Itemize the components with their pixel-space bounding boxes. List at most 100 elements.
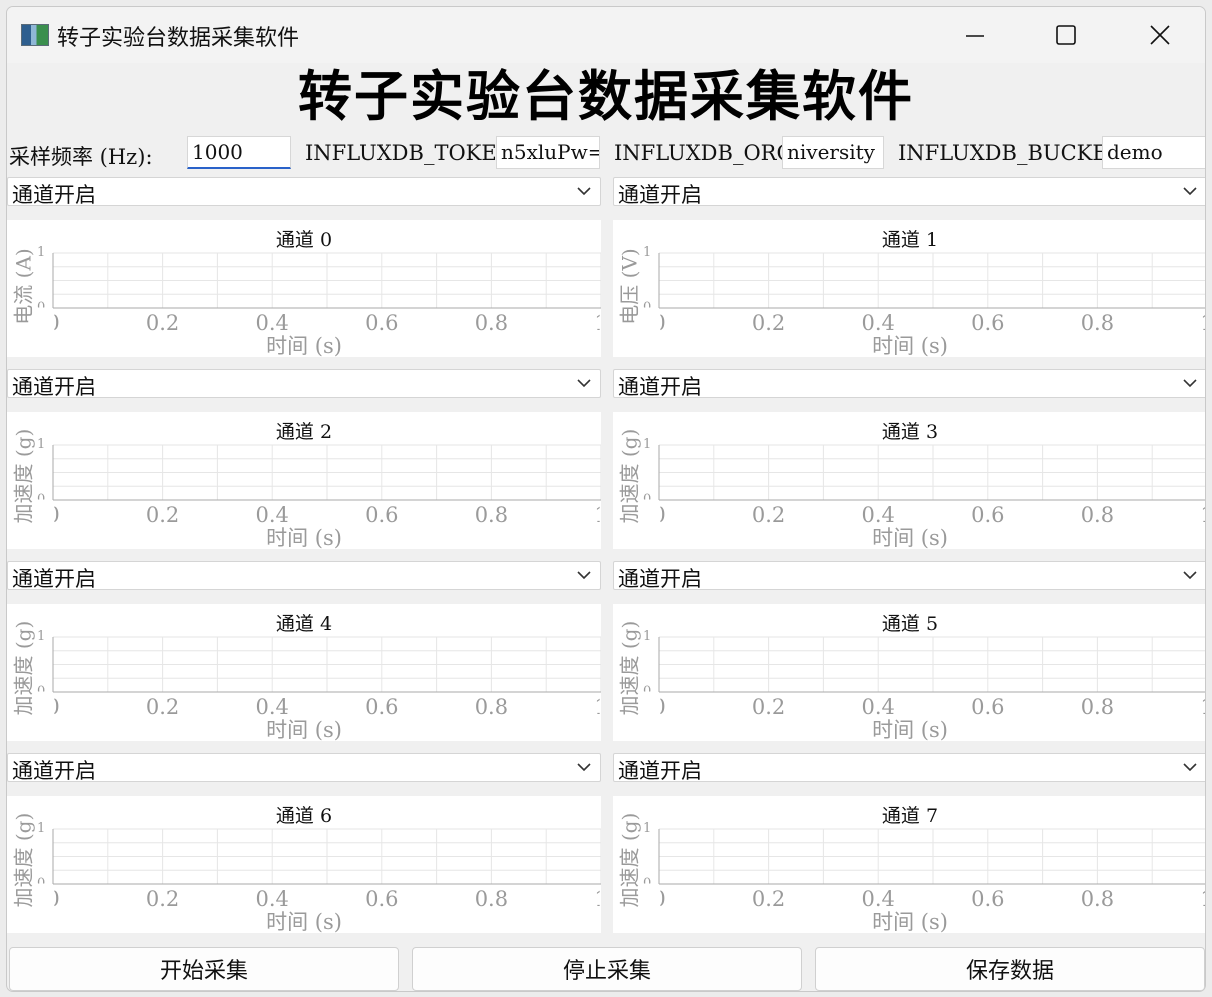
channel-4-plot: 通道 4 加速度 (g) 时间 (s) 0 0.2 0.4 0.6 0.8 1 0 1: [7, 604, 601, 742]
channel-select-value: 通道开启: [618, 567, 702, 591]
plot-title: 通道 0: [275, 229, 333, 251]
channel-select-value: 通道开启: [618, 375, 702, 399]
x-tick-label: 1: [594, 503, 608, 527]
x-tick-label: 1: [594, 887, 608, 911]
chevron-down-icon: [1183, 379, 1197, 388]
channel-3-select[interactable]: 通道开启: [613, 369, 1205, 399]
x-tick-label: 0.6: [365, 311, 399, 335]
channel-4-select[interactable]: 通道开启: [7, 561, 601, 591]
influxdb-org-label: INFLUXDB_ORG:: [614, 141, 801, 165]
x-tick-label: 0.8: [474, 695, 509, 719]
channel-6-plot: 通道 6 加速度 (g) 时间 (s) 0 0.2 0.4 0.6 0.8 1 0 1: [7, 796, 601, 934]
y-tick-label: 1: [37, 821, 46, 836]
chevron-down-icon: [577, 379, 591, 388]
x-tick-label: 0.2: [751, 887, 786, 911]
channel-0-select[interactable]: 通道开启: [7, 177, 601, 207]
x-tick-label: 0.4: [255, 311, 289, 335]
x-tick-label: 0.4: [255, 695, 289, 719]
plot-y-axis-label: 加速度 (g): [11, 620, 36, 716]
plot-x-axis-label: 时间 (s): [266, 526, 342, 550]
channel-select-value: 通道开启: [12, 375, 96, 399]
x-tick-label: 1: [1200, 503, 1205, 527]
x-tick-label: 0.2: [145, 311, 180, 335]
maximize-button[interactable]: [1043, 17, 1089, 53]
x-tick-label: 0.2: [751, 503, 786, 527]
influxdb-org-input[interactable]: niversity: [782, 136, 884, 169]
plot-title: 通道 7: [881, 805, 939, 827]
plot-x-axis-label: 时间 (s): [266, 334, 342, 358]
channel-7-plot: 通道 7加速度 (g)时间 (s)00.20.40.60.8101: [613, 796, 1205, 934]
plot-y-axis-label: 加速度 (g): [617, 620, 642, 716]
x-tick-label: 0.2: [751, 311, 786, 335]
close-icon: [1150, 25, 1170, 45]
plot-x-axis-label: 时间 (s): [872, 718, 948, 742]
channel-5-select[interactable]: 通道开启: [613, 561, 1205, 591]
influxdb-token-input[interactable]: n5xluPw==: [496, 136, 600, 169]
plot-x-axis-label: 时间 (s): [872, 526, 948, 550]
save-data-button[interactable]: 保存数据: [815, 947, 1205, 991]
x-tick-label: 0.6: [971, 887, 1005, 911]
plot-y-axis-label: 加速度 (g): [11, 812, 36, 908]
chevron-down-icon: [577, 187, 591, 196]
app-icon: [21, 24, 49, 46]
channel-0-plot: 通道 0 电流 (A) 时间 (s) 0 0.2 0.4 0.6 0.8 1 0 1: [7, 220, 601, 358]
plot-title: 通道 4: [275, 613, 333, 635]
x-tick-label: 0.6: [365, 695, 399, 719]
influxdb-token-label: INFLUXDB_TOKEN:: [305, 141, 522, 165]
x-tick-label: 0.6: [365, 503, 399, 527]
chevron-down-icon: [1183, 187, 1197, 196]
channel-5-plot: 通道 5加速度 (g)时间 (s)00.20.40.60.8101: [613, 604, 1205, 742]
stop-acquisition-button[interactable]: 停止采集: [412, 947, 802, 991]
plot-title: 通道 1: [881, 229, 939, 251]
maximize-icon: [1056, 25, 1076, 45]
sample-rate-label: 采样频率 (Hz):: [9, 145, 153, 169]
x-tick-label: 0.8: [474, 887, 509, 911]
x-tick-label: 1: [594, 311, 608, 335]
app-heading: 转子实验台数据采集软件: [298, 64, 914, 128]
title-bar: 转子实验台数据采集软件: [7, 7, 1205, 63]
channel-select-value: 通道开启: [618, 183, 702, 207]
x-tick-label: 0.2: [145, 503, 180, 527]
plot-y-axis-label: 加速度 (g): [11, 428, 36, 524]
plot-x-axis-label: 时间 (s): [266, 910, 342, 934]
channel-1-select[interactable]: 通道开启: [613, 177, 1205, 207]
x-tick-label: 0.4: [861, 695, 895, 719]
x-tick-label: 1: [594, 695, 608, 719]
x-tick-label: 0.8: [1080, 887, 1115, 911]
plot-y-axis-label: 加速度 (g): [617, 428, 642, 524]
plot-title: 通道 3: [881, 421, 939, 443]
channel-1-plot: 通道 1电压 (V)时间 (s)00.20.40.60.8101: [613, 220, 1205, 358]
channel-2-plot: 通道 2 加速度 (g) 时间 (s) 0 0.2 0.4 0.6 0.8 1 0 1: [7, 412, 601, 550]
y-tick-label: 1: [37, 629, 46, 644]
x-tick-label: 0.4: [255, 503, 289, 527]
x-tick-label: 1: [1200, 695, 1205, 719]
channel-select-value: 通道开启: [12, 567, 96, 591]
x-tick-label: 0.2: [145, 887, 180, 911]
influxdb-bucket-input[interactable]: demo: [1102, 136, 1205, 169]
sample-rate-input[interactable]: 1000: [187, 136, 291, 169]
influxdb-bucket-label: INFLUXDB_BUCKET:: [898, 141, 1129, 165]
start-acquisition-button[interactable]: 开始采集: [9, 947, 399, 991]
channel-select-value: 通道开启: [12, 183, 96, 207]
y-tick-label: 1: [643, 629, 652, 644]
chevron-down-icon: [1183, 763, 1197, 772]
x-tick-label: 0.8: [1080, 503, 1115, 527]
channel-select-value: 通道开启: [12, 759, 96, 783]
x-tick-label: 0.4: [255, 887, 289, 911]
app-window: 转子实验台数据采集软件 转子实验台数据采集软件 采样频率 (Hz): 1000 …: [6, 6, 1206, 992]
x-tick-label: 0.8: [474, 503, 509, 527]
channel-2-select[interactable]: 通道开启: [7, 369, 601, 399]
minimize-button[interactable]: [952, 17, 998, 53]
x-tick-label: 0.8: [1080, 311, 1115, 335]
y-tick-label: 1: [643, 437, 652, 452]
plot-y-axis-label: 电压 (V): [617, 248, 642, 325]
channel-6-select[interactable]: 通道开启: [7, 753, 601, 783]
x-tick-label: 0.6: [971, 695, 1005, 719]
chevron-down-icon: [1183, 571, 1197, 580]
close-button[interactable]: [1137, 17, 1183, 53]
plot-x-axis-label: 时间 (s): [872, 334, 948, 358]
channel-7-select[interactable]: 通道开启: [613, 753, 1205, 783]
x-tick-label: 0.6: [971, 311, 1005, 335]
x-tick-label: 0.4: [861, 503, 895, 527]
x-tick-label: 1: [1200, 311, 1205, 335]
